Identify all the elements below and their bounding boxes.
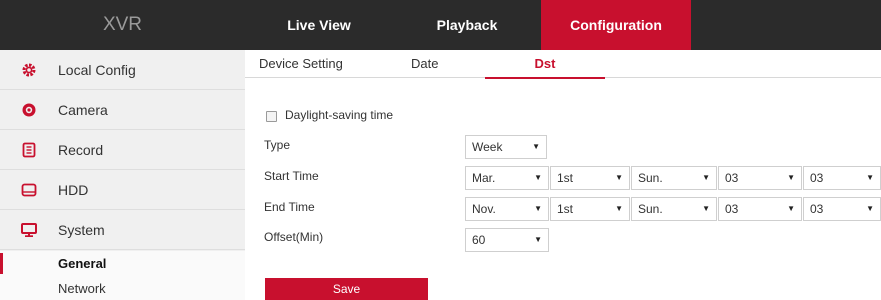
end-day-select[interactable]: Sun. ▼ bbox=[631, 197, 717, 221]
sidebar-subitem-general[interactable]: General bbox=[0, 251, 245, 276]
sidebar-item-camera[interactable]: Camera bbox=[0, 90, 245, 130]
sidebar-item-label: Record bbox=[58, 141, 104, 158]
sidebar-item-record[interactable]: Record bbox=[0, 130, 245, 170]
end-time-label: End Time bbox=[264, 200, 315, 214]
end-minute-value: 03 bbox=[810, 202, 824, 216]
chevron-down-icon: ▼ bbox=[534, 235, 542, 244]
type-select[interactable]: Week ▼ bbox=[465, 135, 547, 159]
end-week-value: 1st bbox=[557, 202, 574, 216]
sidebar-item-local-config[interactable]: Local Config bbox=[0, 50, 245, 90]
type-label: Type bbox=[264, 138, 291, 152]
start-day-value: Sun. bbox=[638, 171, 663, 185]
sidebar-item-label: HDD bbox=[58, 181, 89, 198]
start-month-value: Mar. bbox=[472, 171, 496, 185]
brand-logo: XVR bbox=[102, 14, 143, 35]
offset-label: Offset(Min) bbox=[264, 230, 324, 244]
sidebar: Local Config Camera Record HDD System Ge… bbox=[0, 50, 245, 300]
sidebar-item-label: Local Config bbox=[58, 61, 136, 78]
camera-icon bbox=[21, 102, 37, 118]
sidebar-item-label: Camera bbox=[58, 101, 108, 118]
end-day-value: Sun. bbox=[638, 202, 663, 216]
end-hour-select[interactable]: 03 ▼ bbox=[718, 197, 802, 221]
top-nav-bar: XVR Live View Playback Configuration bbox=[0, 0, 881, 50]
chevron-down-icon: ▼ bbox=[534, 173, 542, 182]
tab-date[interactable]: Date bbox=[411, 50, 438, 78]
chevron-down-icon: ▼ bbox=[866, 204, 874, 213]
dst-checkbox[interactable] bbox=[266, 111, 277, 122]
hdd-icon bbox=[21, 182, 37, 198]
start-minute-select[interactable]: 03 ▼ bbox=[803, 166, 881, 190]
offset-select[interactable]: 60 ▼ bbox=[465, 228, 549, 252]
start-week-value: 1st bbox=[557, 171, 574, 185]
start-month-select[interactable]: Mar. ▼ bbox=[465, 166, 549, 190]
chevron-down-icon: ▼ bbox=[615, 204, 623, 213]
tab-device-setting[interactable]: Device Setting bbox=[259, 50, 343, 78]
dst-checkbox-label: Daylight-saving time bbox=[285, 108, 394, 122]
tab-dst[interactable]: Dst bbox=[485, 50, 605, 79]
chevron-down-icon: ▼ bbox=[787, 204, 795, 213]
chevron-down-icon: ▼ bbox=[866, 173, 874, 182]
start-day-select[interactable]: Sun. ▼ bbox=[631, 166, 717, 190]
end-week-select[interactable]: 1st ▼ bbox=[550, 197, 630, 221]
sidebar-subitem-network[interactable]: Network bbox=[0, 276, 245, 300]
sidebar-item-hdd[interactable]: HDD bbox=[0, 170, 245, 210]
start-week-select[interactable]: 1st ▼ bbox=[550, 166, 630, 190]
save-button[interactable]: Save bbox=[265, 278, 428, 300]
config-subtabs: Device Setting Date Dst bbox=[245, 50, 881, 79]
type-select-value: Week bbox=[472, 140, 503, 154]
record-icon bbox=[21, 142, 37, 158]
offset-select-value: 60 bbox=[472, 233, 486, 247]
end-month-select[interactable]: Nov. ▼ bbox=[465, 197, 549, 221]
start-time-label: Start Time bbox=[264, 169, 319, 183]
start-minute-value: 03 bbox=[810, 171, 824, 185]
chevron-down-icon: ▼ bbox=[615, 173, 623, 182]
chevron-down-icon: ▼ bbox=[702, 204, 710, 213]
start-hour-select[interactable]: 03 ▼ bbox=[718, 166, 802, 190]
tab-playback[interactable]: Playback bbox=[393, 0, 541, 50]
monitor-icon bbox=[21, 222, 37, 238]
gear-icon bbox=[21, 62, 37, 78]
sidebar-item-system[interactable]: System bbox=[0, 210, 245, 250]
tab-live-view[interactable]: Live View bbox=[245, 0, 393, 50]
chevron-down-icon: ▼ bbox=[532, 142, 540, 151]
chevron-down-icon: ▼ bbox=[702, 173, 710, 182]
end-hour-value: 03 bbox=[725, 202, 739, 216]
chevron-down-icon: ▼ bbox=[787, 173, 795, 182]
end-minute-select[interactable]: 03 ▼ bbox=[803, 197, 881, 221]
chevron-down-icon: ▼ bbox=[534, 204, 542, 213]
tab-configuration[interactable]: Configuration bbox=[541, 0, 691, 50]
sidebar-item-label: System bbox=[58, 221, 105, 238]
end-month-value: Nov. bbox=[472, 202, 496, 216]
start-hour-value: 03 bbox=[725, 171, 739, 185]
